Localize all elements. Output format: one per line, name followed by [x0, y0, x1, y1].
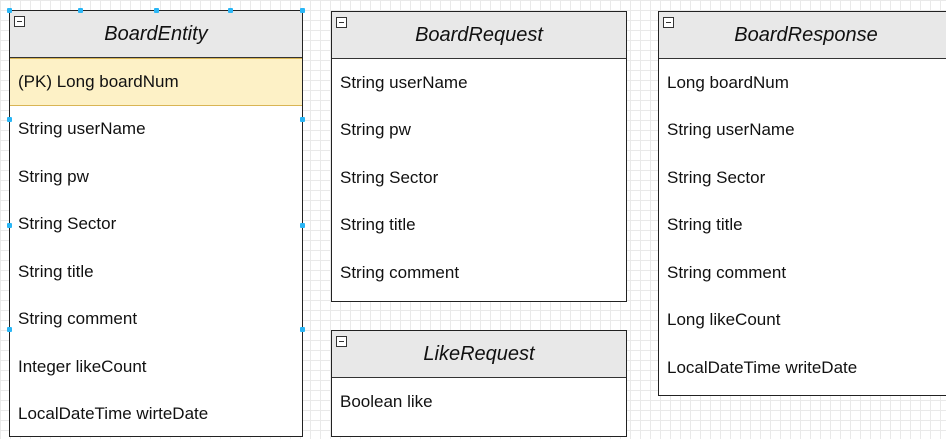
field-row[interactable]: String userName [10, 106, 302, 154]
field-row-pk[interactable]: (PK) Long boardNum [10, 58, 302, 106]
board-entity-title: BoardEntity [104, 22, 208, 45]
selection-handle-icon[interactable] [7, 8, 12, 13]
selection-handle-icon[interactable] [300, 223, 305, 228]
field-row[interactable]: String comment [659, 249, 946, 297]
like-request-header[interactable]: LikeRequest [332, 331, 626, 378]
field-row[interactable]: Long likeCount [659, 297, 946, 345]
selection-handle-icon[interactable] [228, 8, 233, 13]
field-row[interactable]: String pw [332, 107, 626, 155]
selection-handle-icon[interactable] [7, 327, 12, 332]
field-row[interactable]: String comment [332, 249, 626, 297]
selection-handle-icon[interactable] [7, 223, 12, 228]
board-request-box[interactable]: BoardRequest String userName String pw S… [331, 11, 627, 302]
field-row[interactable]: Long boardNum [659, 59, 946, 107]
field-row[interactable]: String Sector [659, 154, 946, 202]
like-request-box[interactable]: LikeRequest Boolean like [331, 330, 627, 437]
board-response-title: BoardResponse [734, 23, 878, 46]
field-row[interactable]: String title [332, 202, 626, 250]
collapse-icon[interactable] [14, 16, 25, 27]
field-row[interactable]: String Sector [10, 201, 302, 249]
field-row[interactable]: Boolean like [332, 378, 626, 426]
field-row[interactable]: String Sector [332, 154, 626, 202]
field-row[interactable]: String userName [332, 59, 626, 107]
collapse-icon[interactable] [336, 17, 347, 28]
field-row[interactable]: String userName [659, 107, 946, 155]
selection-handle-icon[interactable] [154, 8, 159, 13]
field-row[interactable]: String title [10, 248, 302, 296]
board-response-header[interactable]: BoardResponse [659, 12, 946, 59]
field-row[interactable]: String comment [10, 296, 302, 344]
like-request-title: LikeRequest [423, 342, 535, 365]
board-entity-box[interactable]: BoardEntity (PK) Long boardNum String us… [9, 10, 303, 437]
selection-handle-icon[interactable] [300, 8, 305, 13]
board-response-box[interactable]: BoardResponse Long boardNum String userN… [658, 11, 946, 396]
selection-handle-icon[interactable] [78, 8, 83, 13]
collapse-icon[interactable] [336, 336, 347, 347]
field-row[interactable]: String pw [10, 153, 302, 201]
field-row[interactable]: LocalDateTime writeDate [659, 344, 946, 392]
field-row[interactable]: LocalDateTime wirteDate [10, 391, 302, 439]
field-row[interactable]: String title [659, 202, 946, 250]
field-row[interactable]: Integer likeCount [10, 343, 302, 391]
board-entity-header[interactable]: BoardEntity [10, 11, 302, 58]
collapse-icon[interactable] [663, 17, 674, 28]
selection-handle-icon[interactable] [300, 327, 305, 332]
board-request-title: BoardRequest [415, 23, 543, 46]
selection-handle-icon[interactable] [7, 117, 12, 122]
selection-handle-icon[interactable] [300, 117, 305, 122]
board-request-header[interactable]: BoardRequest [332, 12, 626, 59]
